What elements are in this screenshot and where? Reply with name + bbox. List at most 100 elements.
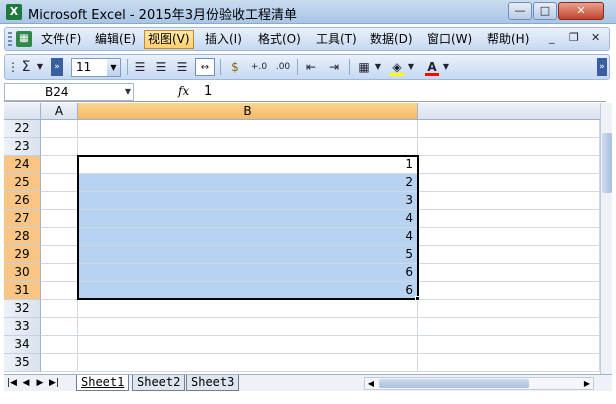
fill-color-dropdown-icon[interactable]: ▼ (406, 58, 416, 76)
cell-b23[interactable] (78, 138, 418, 156)
row-header[interactable]: 32 (4, 300, 41, 318)
row-header[interactable]: 23 (4, 138, 41, 156)
cell-b25[interactable]: 2 (78, 174, 418, 192)
menu-window[interactable]: 窗口(W) (424, 30, 475, 49)
cell-b27[interactable]: 4 (78, 210, 418, 228)
cell-a33[interactable] (41, 318, 78, 336)
font-color-dropdown-icon[interactable]: ▼ (441, 58, 451, 76)
row-header[interactable]: 33 (4, 318, 41, 336)
cell-c35[interactable] (418, 354, 600, 372)
name-box[interactable]: B24 ▼ (4, 83, 134, 101)
cell-a32[interactable] (41, 300, 78, 318)
cell-b31[interactable]: 6 (78, 282, 418, 300)
column-header-b[interactable]: B (78, 103, 418, 120)
cell-c30[interactable] (418, 264, 600, 282)
row-header[interactable]: 25 (4, 174, 41, 192)
last-sheet-icon[interactable]: ▶| (48, 376, 60, 390)
formula-input[interactable]: 1 (204, 84, 212, 99)
cell-c28[interactable] (418, 228, 600, 246)
autosum-button[interactable]: Σ (17, 58, 35, 76)
increase-decimal-icon[interactable]: +.0 (249, 58, 269, 76)
sheet-tab-3[interactable]: Sheet3 (186, 375, 240, 391)
row-header[interactable]: 31 (4, 282, 41, 300)
cell-a23[interactable] (41, 138, 78, 156)
minimize-button[interactable]: — (508, 2, 532, 20)
menu-help[interactable]: 帮助(H) (484, 30, 532, 49)
menu-view[interactable]: 视图(V) (144, 30, 194, 49)
maximize-button[interactable]: □ (533, 2, 557, 20)
toolbar-grip-icon[interactable]: ⋮ (7, 58, 19, 76)
excel-icon[interactable]: X (6, 4, 22, 20)
doc-minimize-button[interactable]: _ (549, 31, 555, 44)
row-header[interactable]: 34 (4, 336, 41, 354)
cell-b29[interactable]: 5 (78, 246, 418, 264)
horizontal-scroll-thumb[interactable] (379, 379, 529, 388)
sheet-tab-2[interactable]: Sheet2 (132, 375, 186, 391)
decrease-decimal-icon[interactable]: .00 (273, 58, 293, 76)
menu-file[interactable]: 文件(F) (38, 30, 84, 49)
select-all-button[interactable] (4, 103, 41, 120)
cell-c23[interactable] (418, 138, 600, 156)
prev-sheet-icon[interactable]: ◀ (20, 376, 32, 390)
doc-close-button[interactable]: ✕ (591, 31, 600, 44)
column-header-a[interactable]: A (41, 103, 78, 120)
cell-a34[interactable] (41, 336, 78, 354)
row-header[interactable]: 22 (4, 120, 41, 138)
cell-b33[interactable] (78, 318, 418, 336)
cell-b35[interactable] (78, 354, 418, 372)
cell-c26[interactable] (418, 192, 600, 210)
cell-b32[interactable] (78, 300, 418, 318)
align-right-icon[interactable]: ☰ (173, 58, 191, 76)
cell-a29[interactable] (41, 246, 78, 264)
menu-edit[interactable]: 编辑(E) (92, 30, 139, 49)
cell-a28[interactable] (41, 228, 78, 246)
toolbar-grip-icon[interactable] (8, 32, 12, 46)
row-header[interactable]: 24 (4, 156, 41, 174)
close-button[interactable]: ✕ (558, 2, 604, 20)
workbook-icon[interactable]: ▦ (16, 31, 32, 47)
font-color-icon[interactable]: A (423, 58, 441, 76)
cell-b26[interactable]: 3 (78, 192, 418, 210)
cell-b24[interactable]: 1 (78, 156, 418, 174)
menu-data[interactable]: 数据(D) (367, 30, 416, 49)
row-header[interactable]: 26 (4, 192, 41, 210)
cell-c24[interactable] (418, 156, 600, 174)
scroll-right-icon[interactable]: ▶ (581, 378, 593, 389)
fill-color-icon[interactable]: ◈ (388, 58, 406, 76)
row-header[interactable]: 27 (4, 210, 41, 228)
cell-c27[interactable] (418, 210, 600, 228)
cell-c34[interactable] (418, 336, 600, 354)
fill-handle[interactable] (415, 296, 420, 301)
font-size-select[interactable]: 11 ▼ (71, 58, 121, 77)
toolbar-options-icon[interactable]: » (51, 58, 63, 76)
menu-format[interactable]: 格式(O) (255, 30, 304, 49)
currency-icon[interactable]: $ (225, 58, 245, 76)
cell-c31[interactable] (418, 282, 600, 300)
toolbar-options-icon[interactable]: » (597, 58, 607, 76)
horizontal-scrollbar[interactable]: ◀ ▶ (364, 377, 594, 390)
increase-indent-icon[interactable]: ⇥ (325, 58, 343, 76)
scroll-left-icon[interactable]: ◀ (365, 378, 377, 389)
first-sheet-icon[interactable]: |◀ (6, 376, 18, 390)
menu-tools[interactable]: 工具(T) (313, 30, 360, 49)
next-sheet-icon[interactable]: ▶ (34, 376, 46, 390)
chevron-down-icon[interactable]: ▼ (125, 84, 131, 100)
autosum-dropdown-icon[interactable]: ▼ (35, 58, 45, 76)
align-left-icon[interactable]: ☰ (131, 58, 149, 76)
cell-a24[interactable] (41, 156, 78, 174)
cell-a26[interactable] (41, 192, 78, 210)
doc-restore-button[interactable]: ❐ (569, 31, 579, 44)
cell-a22[interactable] (41, 120, 78, 138)
row-header[interactable]: 28 (4, 228, 41, 246)
borders-dropdown-icon[interactable]: ▼ (373, 58, 383, 76)
menu-insert[interactable]: 插入(I) (202, 30, 245, 49)
cell-a31[interactable] (41, 282, 78, 300)
sheet-tab-1[interactable]: Sheet1 (76, 375, 130, 391)
decrease-indent-icon[interactable]: ⇤ (302, 58, 320, 76)
row-header[interactable]: 35 (4, 354, 41, 372)
cell-c33[interactable] (418, 318, 600, 336)
cell-b28[interactable]: 4 (78, 228, 418, 246)
cell-c22[interactable] (418, 120, 600, 138)
cell-a30[interactable] (41, 264, 78, 282)
borders-icon[interactable]: ▦ (355, 58, 373, 76)
